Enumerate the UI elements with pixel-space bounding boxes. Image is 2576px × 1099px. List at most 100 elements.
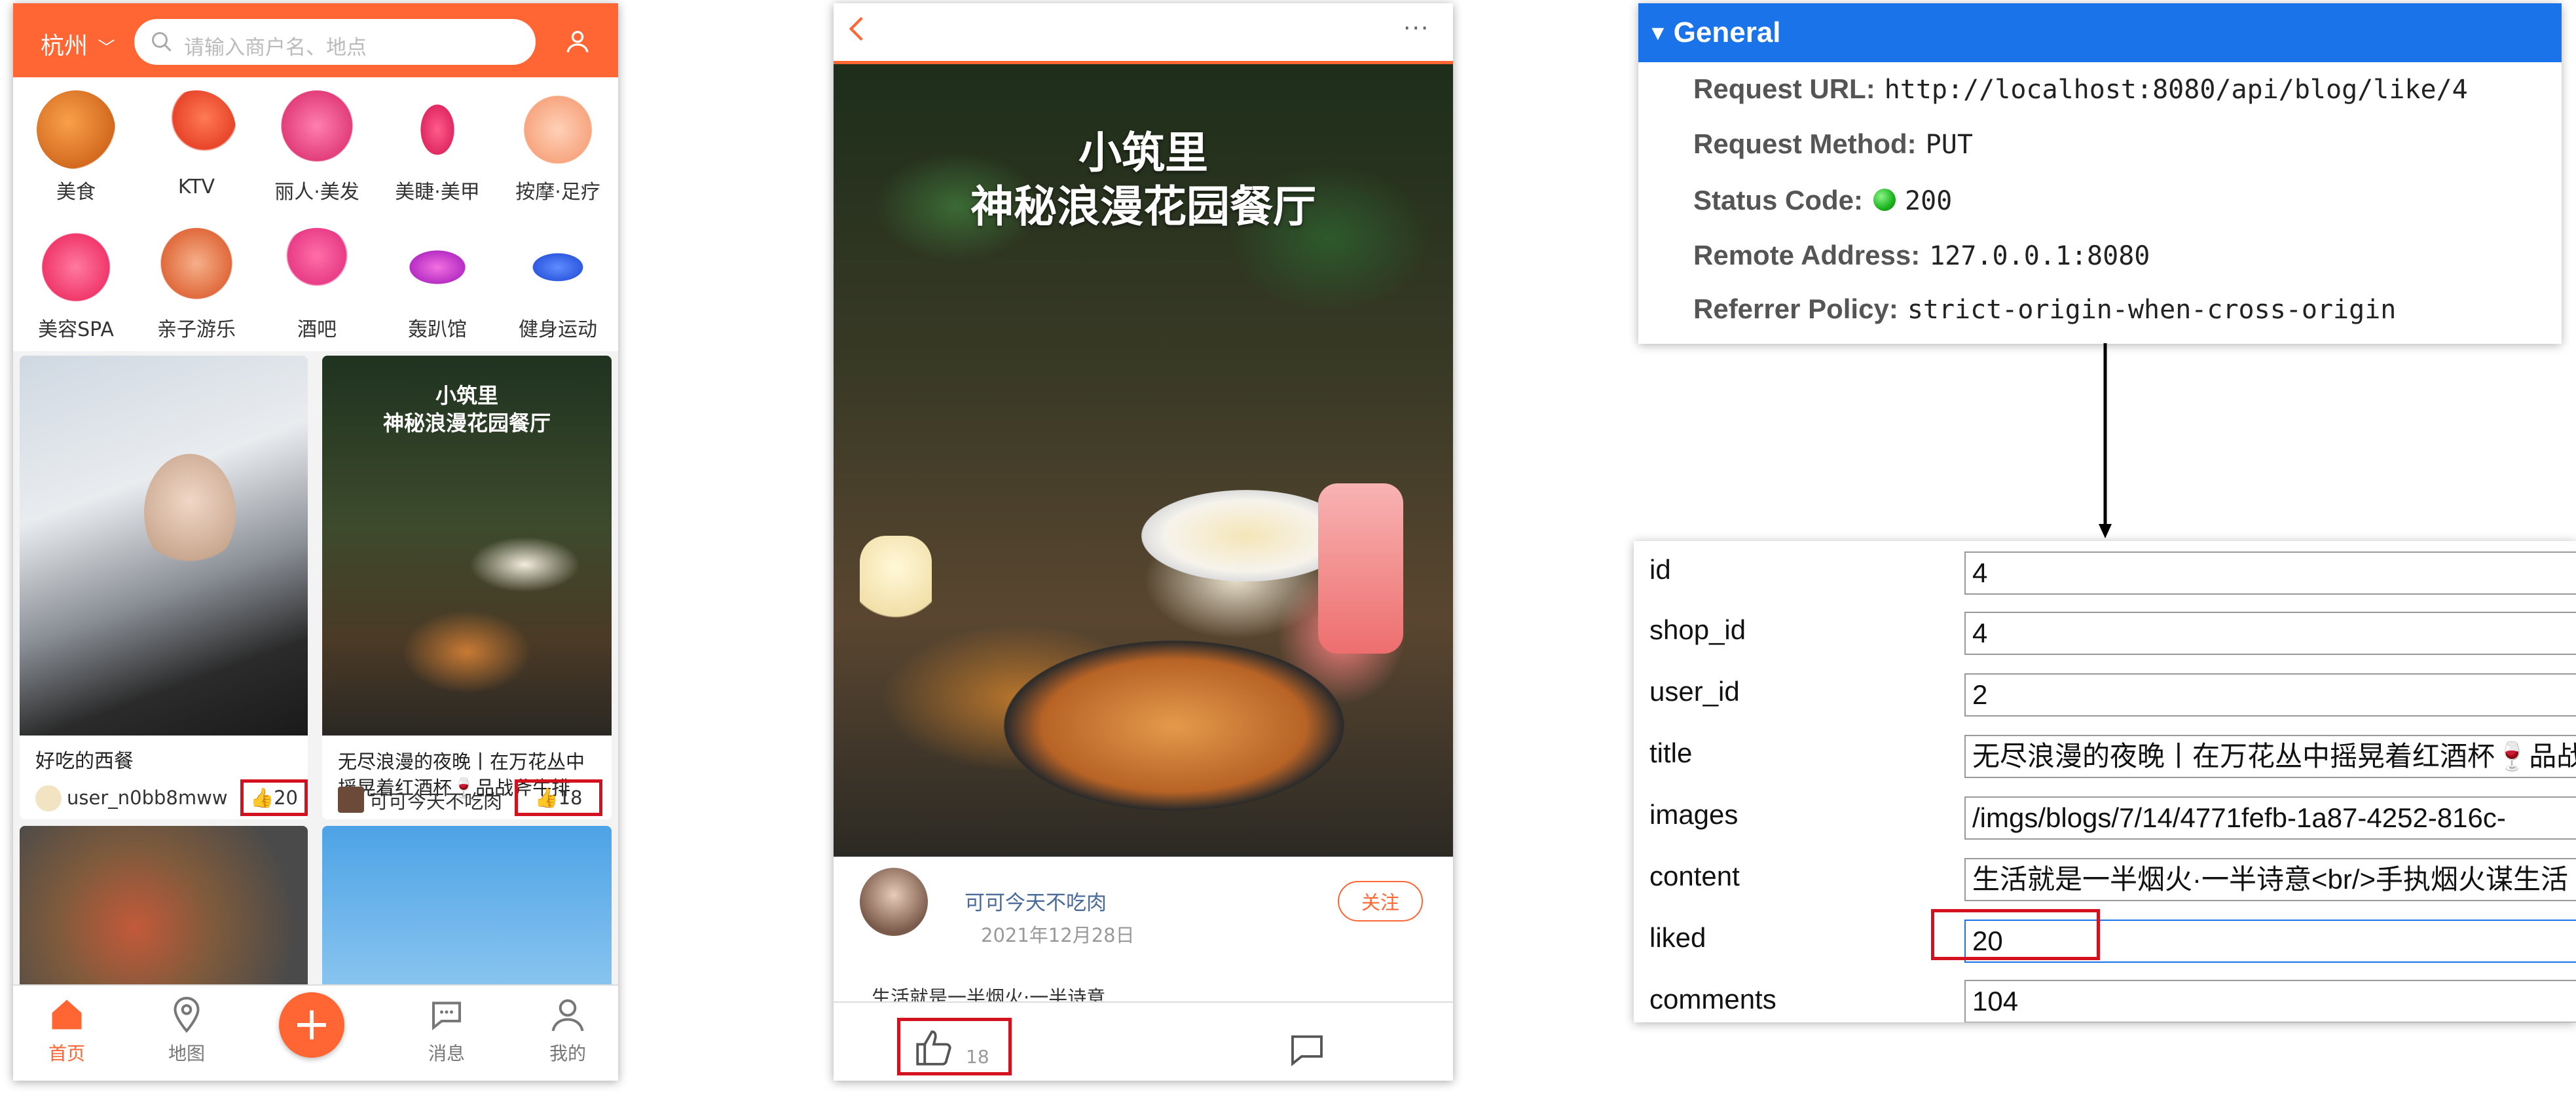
tab-label: 地图 (168, 1043, 205, 1064)
back-arrow-icon[interactable] (841, 12, 874, 45)
category-nails[interactable]: 美睫·美甲 (378, 77, 496, 208)
general-section-header[interactable]: ▼ General (1638, 3, 2562, 62)
thumbs-up-icon (916, 1030, 951, 1066)
image-title-line: 神秘浪漫花园餐厅 (382, 411, 551, 436)
author-avatar[interactable] (860, 868, 928, 936)
category-label: 美容SPA (38, 318, 114, 341)
category-label: 健身运动 (519, 318, 597, 341)
candle (860, 536, 932, 641)
thumbs-up-icon: 👍 (249, 786, 274, 809)
category-label: 按摩·足疗 (515, 181, 600, 204)
home-screen: 杭州 ﹀ 请输入商户名、地点 美食 KTV 丽人·美发 美睫·美甲 按摩·足疗 … (13, 3, 618, 1081)
like-count: 18 (558, 787, 583, 809)
field-value-user-id[interactable]: 2 (1964, 673, 2576, 717)
more-icon[interactable]: ··· (1403, 15, 1429, 42)
header-value: 127.0.0.1:8080 (1929, 241, 2150, 271)
field-value-id[interactable]: 4 (1964, 551, 2576, 595)
header-key: Request URL: (1693, 73, 1875, 104)
blog-card[interactable] (322, 826, 612, 996)
field-value-title[interactable]: 无尽浪漫的夜晚丨在万花丛中摇晃着红酒杯🍷品战 (1964, 735, 2576, 778)
referrer-policy-row: Referrer Policy: strict-origin-when-cross… (1693, 293, 2396, 325)
avatar (35, 785, 62, 811)
blog-card-title: 好吃的西餐 (35, 750, 134, 773)
thumbs-up-icon: 👍 (534, 786, 559, 809)
field-value-content[interactable]: 生活就是一半烟火·一半诗意<br/>手执烟火谋生活 (1964, 858, 2576, 901)
city-label: 杭州 (41, 33, 88, 60)
plus-icon: + (292, 997, 331, 1051)
microphone-icon (157, 90, 236, 169)
bottom-tab-bar: 首页 地图 + 消息 我的 (13, 984, 618, 1081)
avatar (338, 787, 364, 813)
field-value-images[interactable]: /imgs/blogs/7/14/4771fefb-1a87-4252-816c… (1964, 796, 2576, 840)
category-family[interactable]: 亲子游乐 (138, 215, 255, 346)
category-label: KTV (177, 176, 215, 198)
like-button[interactable]: 18 (897, 1018, 1012, 1075)
db-record-form: id 4 shop_id 4 user_id 2 title 无尽浪漫的夜晚丨在… (1634, 541, 2576, 1022)
add-post-button[interactable]: + (279, 992, 344, 1058)
header-value: PUT (1925, 130, 1973, 160)
header-value: strict-origin-when-cross-origin (1907, 295, 2397, 325)
category-party[interactable]: 轰趴馆 (378, 215, 496, 346)
header-value: 200 (1905, 186, 1953, 216)
category-label: 美睫·美甲 (395, 181, 480, 204)
request-url-row: Request URL: http://localhost:8080/api/bl… (1693, 73, 2468, 105)
city-selector[interactable]: 杭州 ﹀ (41, 27, 115, 61)
field-label-title: title (1649, 737, 1693, 768)
field-value-comments[interactable]: 104 (1964, 980, 2576, 1022)
blog-detail-screen: ··· 小筑里 神秘浪漫花园餐厅 可可今天不吃肉 2021年12月28日 关注 … (834, 3, 1453, 1081)
category-beauty[interactable]: 丽人·美发 (258, 77, 376, 208)
category-food[interactable]: 美食 (17, 77, 135, 208)
header-value: http://localhost:8080/api/blog/like/4 (1884, 75, 2468, 105)
hand-icon (519, 90, 597, 169)
image-title-line: 小筑里 (435, 383, 498, 408)
parent-child-icon (157, 228, 236, 307)
party-mask-icon (398, 228, 477, 307)
home-icon (52, 999, 82, 1030)
field-label-liked: liked (1649, 922, 1706, 953)
tab-map[interactable]: 地图 (147, 995, 226, 1066)
follow-button[interactable]: 关注 (1338, 881, 1423, 922)
category-spa[interactable]: 美容SPA (17, 215, 135, 346)
tab-label: 我的 (549, 1043, 586, 1064)
search-input[interactable]: 请输入商户名、地点 (134, 19, 536, 65)
tab-messages[interactable]: 消息 (407, 995, 486, 1066)
header-key: Status Code: (1693, 185, 1864, 215)
face-mask-figure (144, 454, 236, 572)
blog-card[interactable]: 好吃的西餐 user_n0bb8mww 👍 20 (20, 356, 308, 819)
detail-header: ··· (834, 3, 1453, 64)
search-placeholder: 请输入商户名、地点 (184, 36, 367, 60)
post-date: 2021年12月28日 (981, 924, 1135, 946)
category-ktv[interactable]: KTV (138, 77, 255, 208)
blog-card-author: 可可今天不吃肉 (369, 791, 503, 813)
face-mask-icon (37, 228, 115, 307)
category-massage[interactable]: 按摩·足疗 (499, 77, 617, 208)
tab-label: 首页 (48, 1043, 85, 1064)
photo-title-line: 小筑里 (1078, 128, 1208, 178)
like-button[interactable]: 👍 20 (240, 779, 308, 816)
field-label-user-id: user_id (1649, 676, 1740, 707)
user-icon[interactable] (564, 28, 591, 54)
category-bar[interactable]: 酒吧 (258, 215, 376, 346)
category-fitness[interactable]: 健身运动 (499, 215, 617, 346)
blog-card-image-title: 小筑里 神秘浪漫花园餐厅 (322, 382, 612, 437)
category-label: 丽人·美发 (274, 181, 359, 204)
category-grid: 美食 KTV 丽人·美发 美睫·美甲 按摩·足疗 美容SPA 亲子游乐 酒吧 轰… (13, 77, 618, 351)
blog-card[interactable]: 小筑里 神秘浪漫花园餐厅 无尽浪漫的夜晚丨在万花丛中 摇晃着红酒杯🍷品战斧牛排 … (322, 356, 612, 819)
comment-icon[interactable] (1285, 1028, 1329, 1071)
author-name[interactable]: 可可今天不吃肉 (965, 886, 1107, 916)
triangle-down-icon: ▼ (1647, 20, 1668, 45)
blog-photo: 小筑里 神秘浪漫花园餐厅 (834, 64, 1453, 857)
blog-card[interactable] (20, 826, 308, 996)
home-top-bar: 杭州 ﹀ 请输入商户名、地点 (13, 3, 618, 77)
field-label-shop-id: shop_id (1649, 614, 1746, 645)
tab-home[interactable]: 首页 (28, 995, 106, 1066)
liked-highlight-box (1931, 909, 2100, 960)
field-value-shop-id[interactable]: 4 (1964, 612, 2576, 655)
category-label: 酒吧 (297, 318, 337, 341)
remote-address-row: Remote Address: 127.0.0.1:8080 (1693, 239, 2150, 271)
cocktail-icon (278, 228, 356, 307)
nail-icon (398, 90, 477, 169)
photo-title-line: 神秘浪漫花园餐厅 (970, 181, 1316, 232)
like-button[interactable]: 👍 18 (515, 779, 602, 816)
tab-profile[interactable]: 我的 (528, 995, 607, 1066)
